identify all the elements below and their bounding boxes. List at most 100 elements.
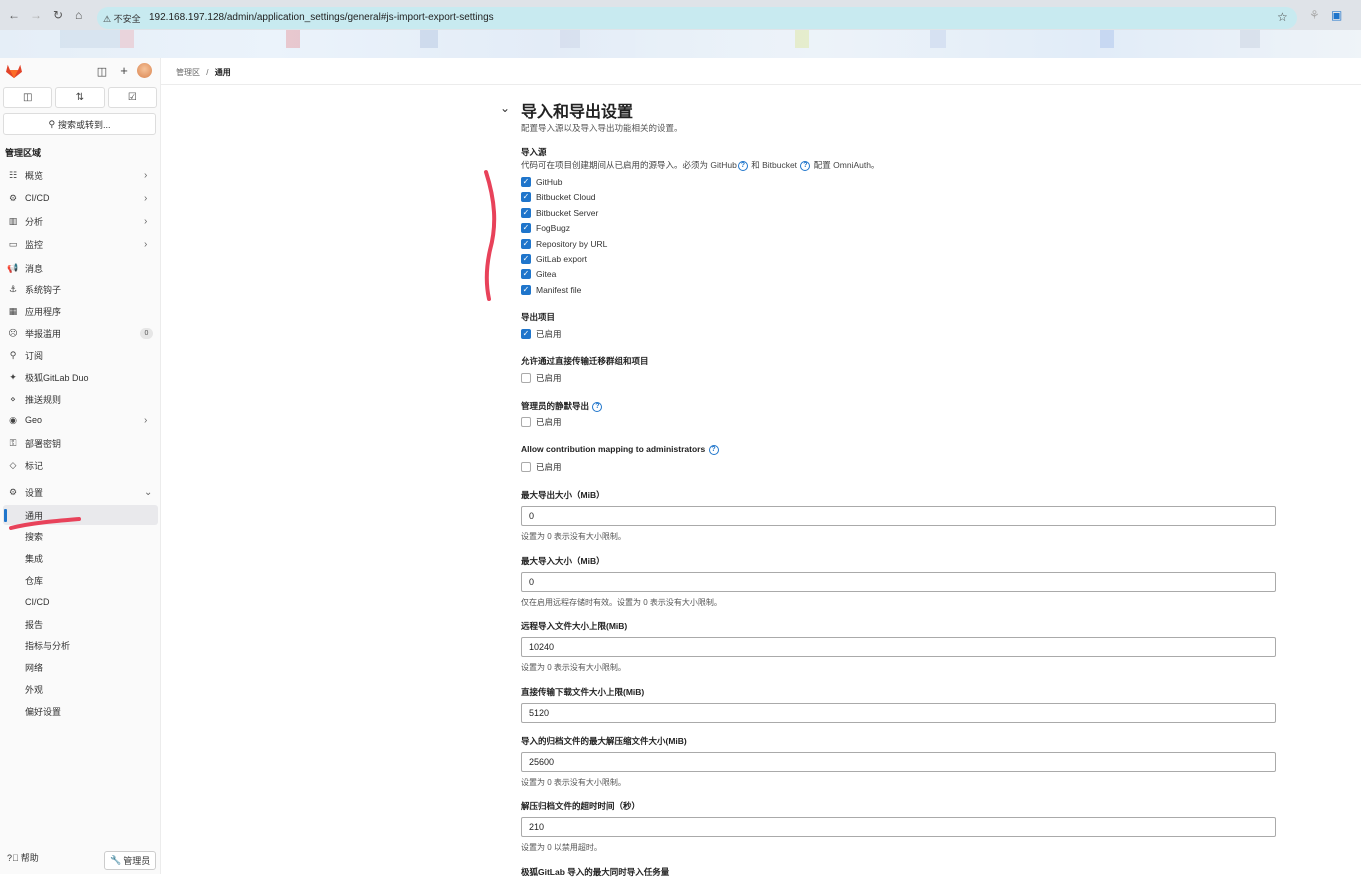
reload-icon[interactable]: ↻ <box>53 8 63 22</box>
sidebar-subitem-6[interactable]: 报告 <box>0 614 161 634</box>
checkbox-checked-icon[interactable]: ✓ <box>521 223 531 234</box>
silent-export-checkbox[interactable]: 已启用 <box>521 415 562 429</box>
sidebar-item-8[interactable]: ☹ 举报滥用 0 <box>0 323 161 343</box>
sidebar-subitem-4[interactable]: 仓库 <box>0 570 161 590</box>
direct-transfer-checkbox[interactable]: 已启用 <box>521 371 562 385</box>
wrench-icon: 🔧 <box>110 855 122 865</box>
insecure-badge[interactable]: ⚠ 不安全 <box>103 12 141 25</box>
user-avatar[interactable] <box>137 63 152 78</box>
sidebar-subitem-label: 偏好设置 <box>25 706 62 717</box>
import-source-checkbox[interactable]: ✓ Bitbucket Cloud <box>521 190 596 204</box>
collapse-chevron-icon[interactable]: ⌄ <box>500 101 510 115</box>
translate-icon[interactable]: ▣ <box>1331 8 1342 22</box>
checkbox-checked-icon[interactable]: ✓ <box>521 238 531 249</box>
admin-button[interactable]: 🔧 管理员 <box>104 851 157 870</box>
create-new-icon[interactable]: + <box>117 63 131 78</box>
sidebar-item-14[interactable]: ◇ 标记 <box>0 455 161 475</box>
checkbox-checked-icon[interactable]: ✓ <box>521 284 531 295</box>
forward-icon[interactable]: → <box>30 8 42 22</box>
number-input[interactable]: 0 <box>521 572 1276 592</box>
sidebar-subitem-9[interactable]: 外观 <box>0 679 161 699</box>
import-source-checkbox[interactable]: ✓ GitHub <box>521 175 562 189</box>
import-source-checkbox[interactable]: ✓ FogBugz <box>521 221 570 235</box>
sidebar-item-label: 订阅 <box>25 350 44 361</box>
help-icon[interactable]: ? <box>592 401 603 412</box>
sidebar-item-3[interactable]: ▥ 分析 › <box>0 211 161 231</box>
help-icon[interactable]: ? <box>800 160 811 171</box>
search-button[interactable]: ⚲ 搜索或转到... <box>3 113 156 135</box>
merge-requests-tab-icon[interactable]: ⇅ <box>55 87 105 108</box>
sidebar-item-2[interactable]: ⚙ CI/CD › <box>0 188 161 208</box>
sidebar-item-4[interactable]: ▭ 监控 › <box>0 234 161 254</box>
import-source-checkbox[interactable]: ✓ Repository by URL <box>521 237 607 251</box>
address-bar[interactable]: ⚠ 不安全 192.168.197.128/admin/application_… <box>97 7 1297 29</box>
todo-tab-icon[interactable]: ☑ <box>107 87 157 108</box>
checkbox-label: Manifest file <box>536 284 582 295</box>
search-label: 搜索或转到... <box>58 119 111 130</box>
number-input[interactable]: 25600 <box>521 752 1276 772</box>
number-input[interactable]: 5120 <box>521 703 1276 723</box>
sidebar-item-13[interactable]: ⚿ 部署密钥 <box>0 433 161 453</box>
import-desc-part3: 配置 OmniAuth。 <box>813 160 880 170</box>
checkbox-checked-icon[interactable]: ✓ <box>521 254 531 264</box>
import-source-checkbox[interactable]: ✓ GitLab export <box>521 252 587 266</box>
field-hint: 设置为 0 表示没有大小限制。 <box>521 532 626 541</box>
import-desc-part2: 和 Bitbucket <box>751 160 798 170</box>
sidebar-item-label: 极狐GitLab Duo <box>25 372 89 383</box>
breadcrumb-root[interactable]: 管理区 <box>176 68 200 77</box>
extension-icon[interactable]: ⚘ <box>1309 8 1320 22</box>
import-source-checkbox[interactable]: ✓ Manifest file <box>521 283 581 297</box>
checkbox-unchecked-icon[interactable] <box>521 462 531 472</box>
sidebar-item-settings[interactable]: ⚙ 设置 ⌄ <box>0 482 161 502</box>
number-input[interactable]: 210 <box>521 817 1276 837</box>
checkbox-checked-icon[interactable]: ✓ <box>521 207 531 218</box>
sidebar-item-10[interactable]: ✦ 极狐GitLab Duo <box>0 367 161 387</box>
sidebar-subitem-10[interactable]: 偏好设置 <box>0 701 161 721</box>
checkbox-checked-icon[interactable]: ✓ <box>521 269 531 280</box>
checkbox-checked-icon[interactable]: ✓ <box>521 177 531 187</box>
checkbox-label: FogBugz <box>536 223 571 234</box>
contribution-mapping-label: Allow contribution mapping to administra… <box>521 444 720 455</box>
checkbox-unchecked-icon[interactable] <box>521 373 531 383</box>
contribution-mapping-checkbox[interactable]: 已启用 <box>521 460 562 474</box>
chevron-right-icon: › <box>144 169 148 181</box>
sidebar-item-12[interactable]: ◉ Geo › <box>0 410 161 430</box>
abuse-icon: ☹ <box>8 327 18 338</box>
sidebar-item-9[interactable]: ⚲ 订阅 <box>0 345 161 365</box>
checkbox-checked-icon[interactable]: ✓ <box>521 329 531 339</box>
number-input[interactable]: 10240 <box>521 637 1276 657</box>
issues-tab-icon[interactable]: ◫ <box>3 87 53 108</box>
help-icon[interactable]: ? <box>737 160 748 171</box>
home-icon[interactable]: ⌂ <box>75 8 82 22</box>
help-icon[interactable]: ? <box>708 444 719 455</box>
back-icon[interactable]: ← <box>8 8 20 22</box>
checkbox-checked-icon[interactable]: ✓ <box>521 192 531 203</box>
sidebar-subitem-3[interactable]: 集成 <box>0 549 161 569</box>
export-project-checkbox[interactable]: ✓ 已启用 <box>521 327 562 341</box>
sidebar-toggle-icon[interactable]: ◫ <box>95 64 109 78</box>
sidebar-subitem-7[interactable]: 指标与分析 <box>0 636 161 656</box>
sidebar-item-label: Geo <box>25 415 43 425</box>
help-button[interactable]: ?⃝ 帮助 <box>7 851 39 864</box>
sidebar-subitem-8[interactable]: 网络 <box>0 658 161 678</box>
count-badge: 0 <box>140 327 153 339</box>
number-input[interactable]: 0 <box>521 506 1276 526</box>
import-source-checkbox[interactable]: ✓ Gitea <box>521 267 556 281</box>
sidebar-subitem-2[interactable]: 搜索 <box>0 527 161 547</box>
sidebar-item-11[interactable]: ⋄ 推送规则 <box>0 389 161 409</box>
silent-export-text: 管理员的静默导出 <box>521 401 590 411</box>
bookmark-star-icon[interactable]: ☆ <box>1277 10 1288 24</box>
sidebar-item-6[interactable]: ⚓ 系统钩子 <box>0 279 161 299</box>
breadcrumb-current[interactable]: 通用 <box>215 68 231 77</box>
messages-icon: 📢 <box>7 262 19 273</box>
sidebar-subitem-1[interactable]: 通用 <box>3 505 158 525</box>
sidebar-item-7[interactable]: ▦ 应用程序 <box>0 301 161 321</box>
checkbox-unchecked-icon[interactable] <box>521 417 531 427</box>
sidebar-subitem-5[interactable]: CI/CD <box>0 592 161 612</box>
sidebar-item-5[interactable]: 📢 消息 <box>0 258 161 278</box>
gitlab-logo-icon[interactable] <box>5 63 23 79</box>
import-source-checkbox[interactable]: ✓ Bitbucket Server <box>521 206 598 220</box>
help-icon: ?⃝ <box>7 852 19 863</box>
sidebar-item-1[interactable]: ☷ 概览 › <box>0 165 161 185</box>
checkbox-label: Gitea <box>536 269 557 280</box>
